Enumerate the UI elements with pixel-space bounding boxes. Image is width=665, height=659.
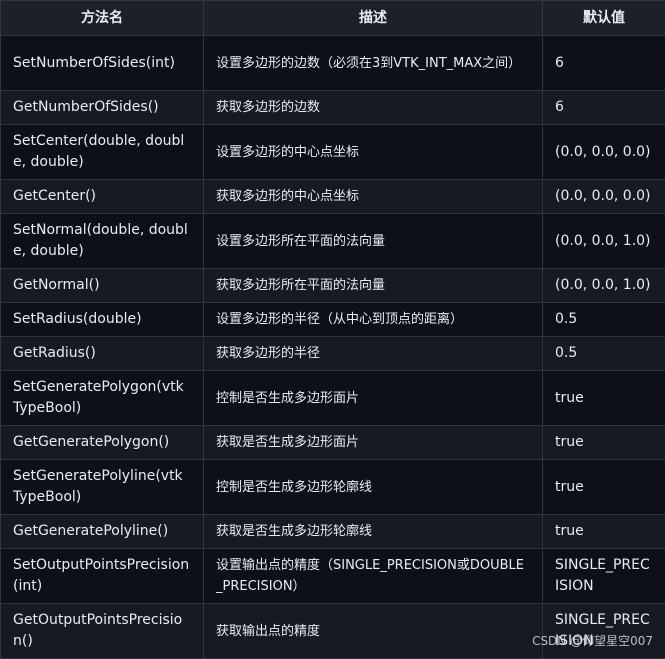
method-cell: SetCenter(double, double, double) [1,125,204,180]
description-cell: 获取多边形的边数 [204,91,543,125]
default-cell: (0.0, 0.0, 0.0) [543,180,665,214]
method-cell: GetCenter() [1,180,204,214]
method-cell: SetRadius(double) [1,303,204,337]
default-cell: SINGLE_PRECISION [543,549,665,604]
method-cell: SetGeneratePolyline(vtkTypeBool) [1,460,204,515]
description-cell: 获取多边形的中心点坐标 [204,180,543,214]
method-cell: GetNumberOfSides() [1,91,204,125]
method-cell: GetNormal() [1,269,204,303]
description-cell: 获取是否生成多边形轮廓线 [204,515,543,549]
table-row: GetGeneratePolyline() 获取是否生成多边形轮廓线 true [1,515,665,549]
default-cell: (0.0, 0.0, 1.0) [543,269,665,303]
description-cell: 设置输出点的精度（SINGLE_PRECISION或DOUBLE_PRECISI… [204,549,543,604]
method-cell: GetRadius() [1,337,204,371]
method-cell: GetOutputPointsPrecision() [1,604,204,659]
description-cell: 控制是否生成多边形面片 [204,371,543,426]
description-cell: 控制是否生成多边形轮廓线 [204,460,543,515]
table-row: SetCenter(double, double, double) 设置多边形的… [1,125,665,180]
description-cell: 获取多边形的半径 [204,337,543,371]
table-row: GetGeneratePolygon() 获取是否生成多边形面片 true [1,426,665,460]
method-cell: SetGeneratePolygon(vtkTypeBool) [1,371,204,426]
table-row: SetRadius(double) 设置多边形的半径（从中心到顶点的距离） 0.… [1,303,665,337]
table-row: GetNumberOfSides() 获取多边形的边数 6 [1,91,665,125]
default-cell: 0.5 [543,337,665,371]
table-row: GetRadius() 获取多边形的半径 0.5 [1,337,665,371]
description-cell: 设置多边形的半径（从中心到顶点的距离） [204,303,543,337]
method-cell: SetNormal(double, double, double) [1,214,204,269]
table-header-row: 方法名 描述 默认值 [1,1,665,36]
header-description: 描述 [204,1,543,36]
default-cell: (0.0, 0.0, 1.0) [543,214,665,269]
header-method: 方法名 [1,1,204,36]
table-row: SetNormal(double, double, double) 设置多边形所… [1,214,665,269]
default-cell: true [543,426,665,460]
default-cell: 0.5 [543,303,665,337]
methods-table: 方法名 描述 默认值 SetNumberOfSides(int) 设置多边形的边… [0,0,665,659]
method-cell: GetGeneratePolyline() [1,515,204,549]
description-cell: 获取多边形所在平面的法向量 [204,269,543,303]
description-cell: 设置多边形的中心点坐标 [204,125,543,180]
table-row: GetOutputPointsPrecision() 获取输出点的精度 SING… [1,604,665,659]
default-cell: true [543,515,665,549]
table-row: GetCenter() 获取多边形的中心点坐标 (0.0, 0.0, 0.0) [1,180,665,214]
description-cell: 获取是否生成多边形面片 [204,426,543,460]
default-cell: SINGLE_PRECISION [543,604,665,659]
table-row: GetNormal() 获取多边形所在平面的法向量 (0.0, 0.0, 1.0… [1,269,665,303]
method-cell: SetNumberOfSides(int) [1,36,204,91]
default-cell: (0.0, 0.0, 0.0) [543,125,665,180]
method-cell: SetOutputPointsPrecision(int) [1,549,204,604]
description-cell: 获取输出点的精度 [204,604,543,659]
table-row: SetGeneratePolygon(vtkTypeBool) 控制是否生成多边… [1,371,665,426]
default-cell: 6 [543,91,665,125]
csdn-watermark: CSDN @仰望星空007 [532,632,653,649]
method-cell: GetGeneratePolygon() [1,426,204,460]
table-row: SetNumberOfSides(int) 设置多边形的边数（必须在3到VTK_… [1,36,665,91]
default-cell: true [543,371,665,426]
header-default: 默认值 [543,1,665,36]
table-row: SetOutputPointsPrecision(int) 设置输出点的精度（S… [1,549,665,604]
description-cell: 设置多边形所在平面的法向量 [204,214,543,269]
default-cell: 6 [543,36,665,91]
table-row: SetGeneratePolyline(vtkTypeBool) 控制是否生成多… [1,460,665,515]
description-cell: 设置多边形的边数（必须在3到VTK_INT_MAX之间） [204,36,543,91]
default-cell: true [543,460,665,515]
